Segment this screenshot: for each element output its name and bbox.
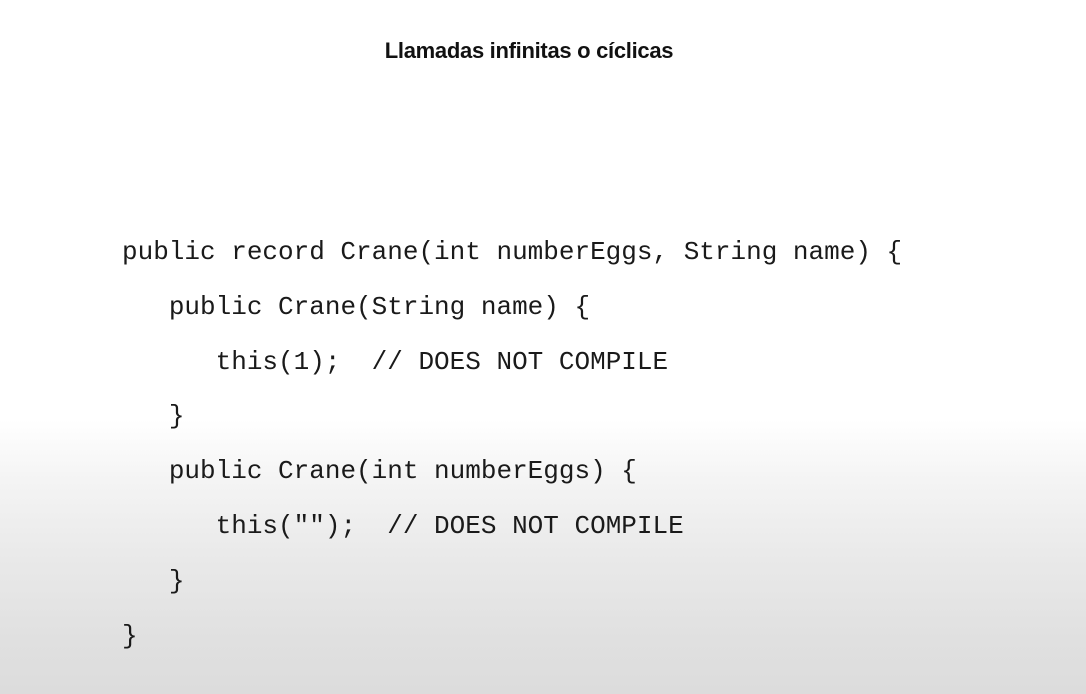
- code-line: public record Crane(int numberEggs, Stri…: [122, 230, 902, 285]
- code-line: this(1); // DOES NOT COMPILE: [122, 340, 902, 395]
- slide: Llamadas infinitas o cíclicas public rec…: [0, 0, 1086, 694]
- code-text: public Crane(int numberEggs) {: [168, 456, 637, 487]
- code-line: public Crane(int numberEggs) {: [122, 449, 902, 504]
- code-text: }: [168, 565, 185, 596]
- code-line: public Crane(String name) {: [122, 285, 902, 340]
- code-text: public record Crane(int numberEggs, Stri…: [122, 237, 903, 267]
- slide-title: Llamadas infinitas o cíclicas: [384, 38, 674, 63]
- code-block: public record Crane(int numberEggs, Stri…: [122, 230, 902, 668]
- code-text: }: [122, 620, 138, 651]
- code-line: }: [122, 559, 902, 614]
- code-line: }: [122, 394, 902, 449]
- code-text: public Crane(String name) {: [168, 291, 591, 322]
- code-text: this(""); // DOES NOT COMPILE: [215, 510, 684, 541]
- code-text: this(1); // DOES NOT COMPILE: [215, 346, 669, 377]
- code-text: }: [168, 401, 185, 432]
- code-line: this(""); // DOES NOT COMPILE: [122, 504, 902, 559]
- code-line: }: [122, 614, 902, 669]
